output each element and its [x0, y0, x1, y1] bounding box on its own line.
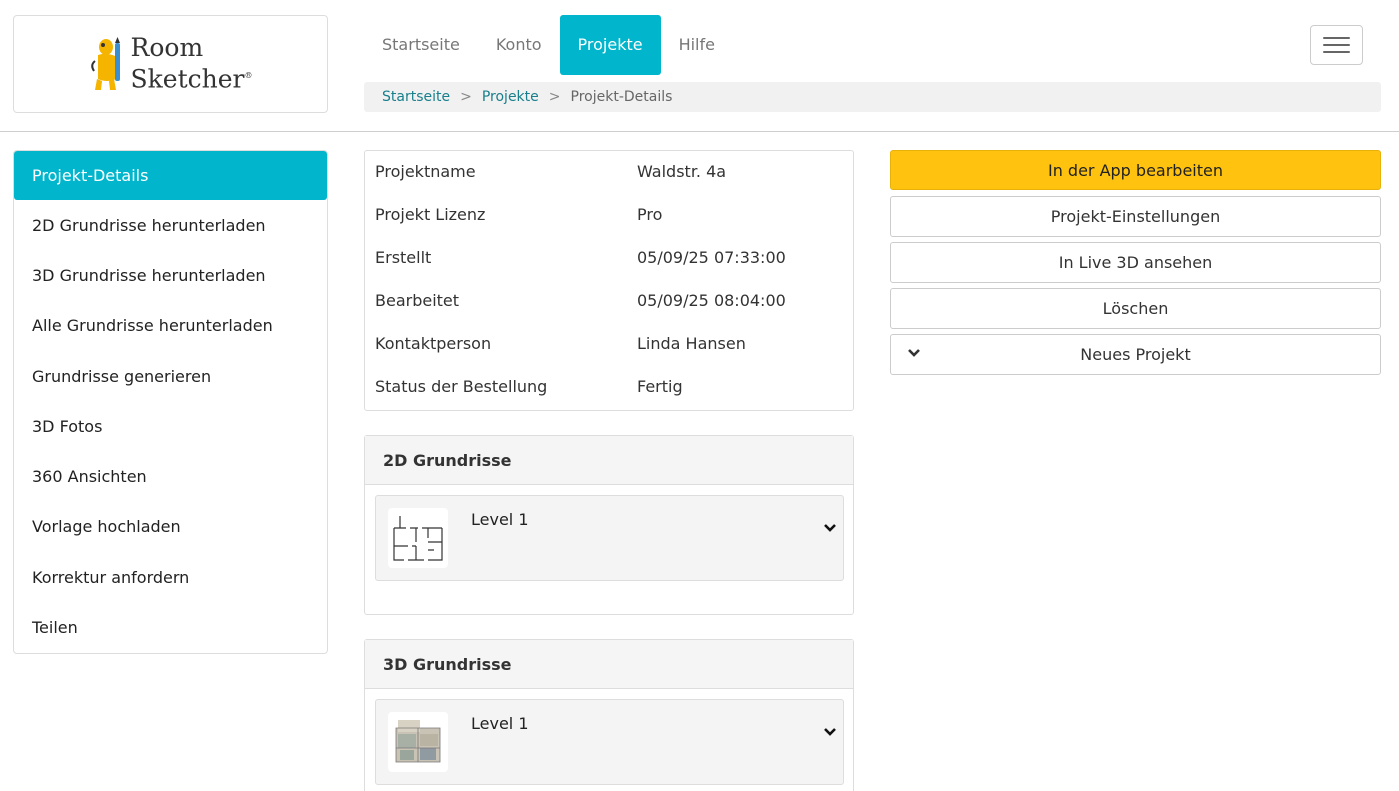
- detail-label: Bearbeitet: [375, 291, 460, 310]
- new-project-button[interactable]: Neues Projekt: [890, 334, 1381, 375]
- detail-value: Waldstr. 4a: [637, 162, 727, 181]
- hamburger-menu-button[interactable]: [1310, 25, 1363, 65]
- sidebar-item-projekt-details[interactable]: Projekt-Details: [14, 151, 327, 200]
- sidebar-item-all-download[interactable]: Alle Grundrisse herunterladen: [14, 301, 327, 351]
- level-card-3d[interactable]: Level 1: [375, 699, 844, 785]
- new-project-label: Neues Projekt: [1080, 345, 1191, 364]
- main-nav: Startseite Konto Projekte Hilfe: [364, 15, 733, 75]
- live-3d-button[interactable]: In Live 3D ansehen: [890, 242, 1381, 283]
- floorplan-2d-thumbnail: [388, 508, 448, 568]
- chevron-down-icon: [908, 349, 920, 357]
- detail-value: 05/09/25 08:04:00: [637, 291, 786, 310]
- roomsketcher-logo: Room Sketcher®: [89, 34, 253, 93]
- logo-line-2: Sketcher: [130, 64, 245, 94]
- panel-2d-plans: 2D Grundrisse Level 1: [364, 435, 854, 615]
- sidebar-item-share[interactable]: Teilen: [14, 602, 327, 652]
- mascot-icon: [90, 36, 120, 90]
- detail-label: Projekt Lizenz: [375, 205, 486, 224]
- nav-projekte[interactable]: Projekte: [559, 15, 661, 75]
- detail-row-license: Projekt Lizenz Pro: [365, 194, 853, 237]
- breadcrumb-home[interactable]: Startseite: [382, 89, 450, 105]
- logo-wordmark: Room Sketcher®: [131, 34, 253, 93]
- detail-value: Linda Hansen: [637, 334, 746, 353]
- project-details-table: Projektname Waldstr. 4a Projekt Lizenz P…: [364, 150, 854, 411]
- detail-row-edited: Bearbeitet 05/09/25 08:04:00: [365, 280, 853, 323]
- logo-line-1: Room: [130, 33, 204, 63]
- level-card-2d[interactable]: Level 1: [375, 495, 844, 581]
- detail-row-created: Erstellt 05/09/25 07:33:00: [365, 237, 853, 280]
- nav-konto[interactable]: Konto: [478, 15, 560, 75]
- detail-row-name: Projektname Waldstr. 4a: [365, 151, 853, 194]
- level-label: Level 1: [471, 510, 529, 529]
- detail-label: Erstellt: [375, 248, 432, 267]
- detail-label: Status der Bestellung: [375, 377, 548, 396]
- nav-startseite[interactable]: Startseite: [364, 15, 478, 75]
- registered-mark: ®: [244, 71, 253, 81]
- chevron-down-icon[interactable]: [823, 522, 837, 534]
- sidebar-item-3d-download[interactable]: 3D Grundrisse herunterladen: [14, 250, 327, 300]
- sidebar-item-request-correction[interactable]: Korrektur anfordern: [14, 552, 327, 602]
- detail-row-status: Status der Bestellung Fertig: [365, 366, 853, 409]
- detail-label: Projektname: [375, 162, 476, 181]
- logo-box[interactable]: Room Sketcher®: [13, 15, 328, 113]
- detail-value: 05/09/25 07:33:00: [637, 248, 786, 267]
- breadcrumb-separator: >: [460, 89, 472, 105]
- floorplan-3d-thumbnail: [388, 712, 448, 772]
- sidebar-item-360-views[interactable]: 360 Ansichten: [14, 451, 327, 501]
- sidebar-item-generate[interactable]: Grundrisse generieren: [14, 351, 327, 401]
- chevron-down-icon[interactable]: [823, 726, 837, 738]
- header-divider: [0, 131, 1399, 132]
- breadcrumb: Startseite > Projekte > Projekt-Details: [364, 82, 1381, 112]
- detail-label: Kontaktperson: [375, 334, 492, 353]
- sidebar: Projekt-Details 2D Grundrisse herunterla…: [13, 150, 328, 654]
- edit-in-app-button[interactable]: In der App bearbeiten: [890, 150, 1381, 190]
- breadcrumb-separator: >: [548, 89, 561, 105]
- panel-3d-plans: 3D Grundrisse Level 1: [364, 639, 854, 791]
- sidebar-item-2d-download[interactable]: 2D Grundrisse herunterladen: [14, 200, 327, 250]
- project-settings-button[interactable]: Projekt-Einstellungen: [890, 196, 1381, 237]
- detail-value: Fertig: [637, 377, 683, 396]
- panel-title: 3D Grundrisse: [365, 640, 853, 689]
- panel-title: 2D Grundrisse: [365, 436, 853, 485]
- detail-row-contact: Kontaktperson Linda Hansen: [365, 323, 853, 366]
- nav-hilfe[interactable]: Hilfe: [661, 15, 733, 75]
- breadcrumb-projects[interactable]: Projekte: [482, 89, 539, 105]
- detail-value: Pro: [637, 205, 663, 224]
- sidebar-item-3d-photos[interactable]: 3D Fotos: [14, 401, 327, 451]
- hamburger-icon: [1323, 37, 1350, 39]
- level-label: Level 1: [471, 714, 529, 733]
- delete-button[interactable]: Löschen: [890, 288, 1381, 329]
- sidebar-item-upload-template[interactable]: Vorlage hochladen: [14, 502, 327, 552]
- breadcrumb-current: Projekt-Details: [570, 89, 673, 105]
